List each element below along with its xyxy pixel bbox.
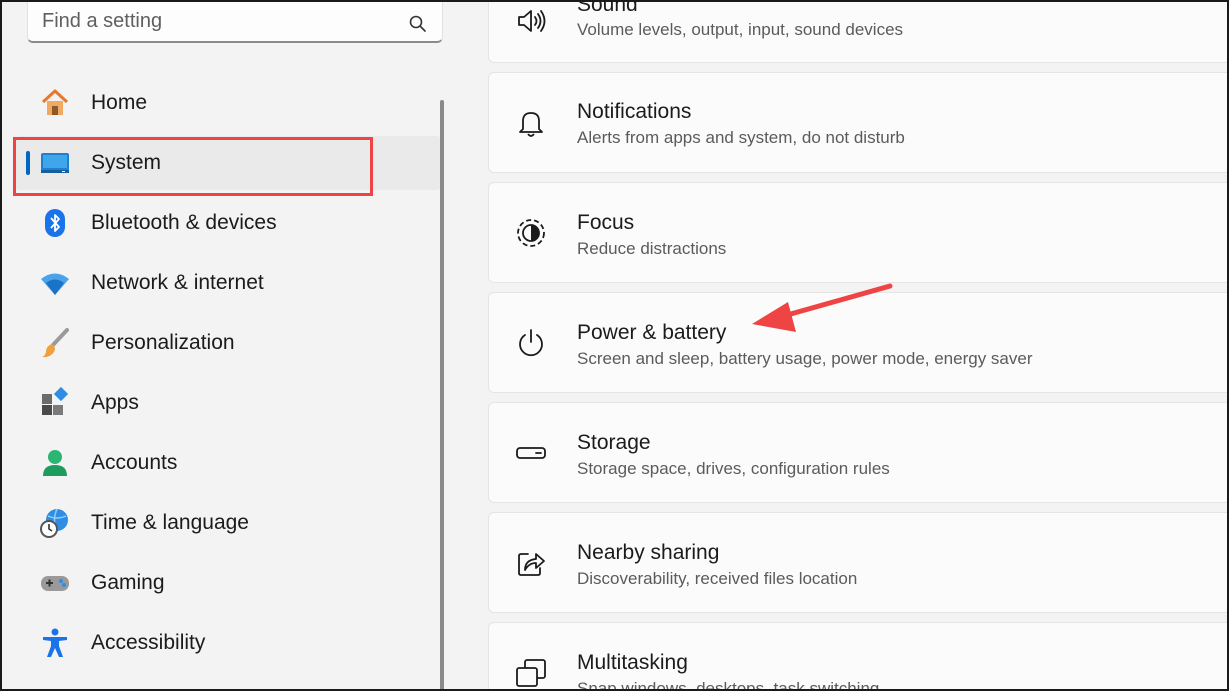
card-title: Nearby sharing [577,541,720,564]
sidebar-item-label: Apps [91,391,139,414]
card-notifications[interactable]: Notifications Alerts from apps and syste… [488,72,1229,173]
card-subtitle: Storage space, drives, configuration rul… [577,459,890,478]
power-icon [513,325,549,361]
sidebar-item-label: Time & language [91,511,249,534]
sidebar-item-label: Bluetooth & devices [91,211,277,234]
sidebar-item-personalization[interactable]: Personalization [14,316,442,370]
sidebar-item-label: Personalization [91,331,235,354]
card-subtitle: Discoverability, received files location [577,569,858,588]
paintbrush-icon [38,326,72,360]
sidebar-item-label: Accounts [91,451,178,474]
focus-icon [513,215,549,251]
card-title: Storage [577,431,651,454]
sidebar-item-network[interactable]: Network & internet [14,256,442,310]
sidebar-item-label: Gaming [91,571,165,594]
wifi-icon [38,266,72,300]
selection-indicator [26,151,30,175]
sidebar-scrollbar[interactable] [440,100,444,691]
sidebar-item-accounts[interactable]: Accounts [14,436,442,490]
gamepad-icon [38,566,72,600]
multitasking-icon [513,655,549,691]
card-subtitle: Reduce distractions [577,239,727,258]
search-box[interactable]: Find a setting [27,0,443,43]
search-input[interactable]: Find a setting [42,4,408,33]
card-focus[interactable]: Focus Reduce distractions [488,182,1229,283]
card-subtitle: Volume levels, output, input, sound devi… [577,20,904,39]
home-icon [38,86,72,120]
share-icon [513,545,549,581]
speaker-icon [513,3,549,39]
sidebar-item-bluetooth[interactable]: Bluetooth & devices [14,196,442,250]
card-multitasking[interactable]: Multitasking Snap windows, desktops, tas… [488,622,1229,691]
card-storage[interactable]: Storage Storage space, drives, configura… [488,402,1229,503]
sidebar-item-gaming[interactable]: Gaming [14,556,442,610]
sidebar-item-time-language[interactable]: Time & language [14,496,442,550]
sidebar-item-label: System [91,151,162,174]
card-sound[interactable]: Sound Volume levels, output, input, soun… [488,0,1229,63]
card-title: Multitasking [577,651,688,674]
sidebar-item-label: Home [91,91,148,114]
sidebar-item-label: Accessibility [91,631,206,654]
card-nearby-sharing[interactable]: Nearby sharing Discoverability, received… [488,512,1229,613]
card-subtitle: Alerts from apps and system, do not dist… [577,128,905,147]
bluetooth-icon [38,206,72,240]
sidebar-item-label: Network & internet [91,271,264,294]
sidebar-item-home[interactable]: Home [14,76,442,130]
accessibility-icon [38,626,72,660]
sidebar-item-apps[interactable]: Apps [14,376,442,430]
card-title: Sound [577,0,638,16]
card-title: Focus [577,211,635,234]
card-title: Power & battery [577,321,727,344]
sidebar-item-system[interactable]: System [14,136,442,190]
card-title: Notifications [577,100,692,123]
apps-icon [38,386,72,420]
card-subtitle: Screen and sleep, battery usage, power m… [577,349,1033,368]
search-icon[interactable] [408,8,428,32]
card-subtitle: Snap windows, desktops, task switching [577,679,880,691]
sidebar-item-accessibility[interactable]: Accessibility [14,616,442,670]
globe-clock-icon [38,506,72,540]
annotation-arrow [752,283,893,332]
storage-drive-icon [513,435,549,471]
person-icon [38,446,72,480]
sidebar-nav: Home System Bluetooth & devices Network … [14,76,442,676]
bell-icon [513,105,549,141]
system-monitor-icon [38,146,72,180]
